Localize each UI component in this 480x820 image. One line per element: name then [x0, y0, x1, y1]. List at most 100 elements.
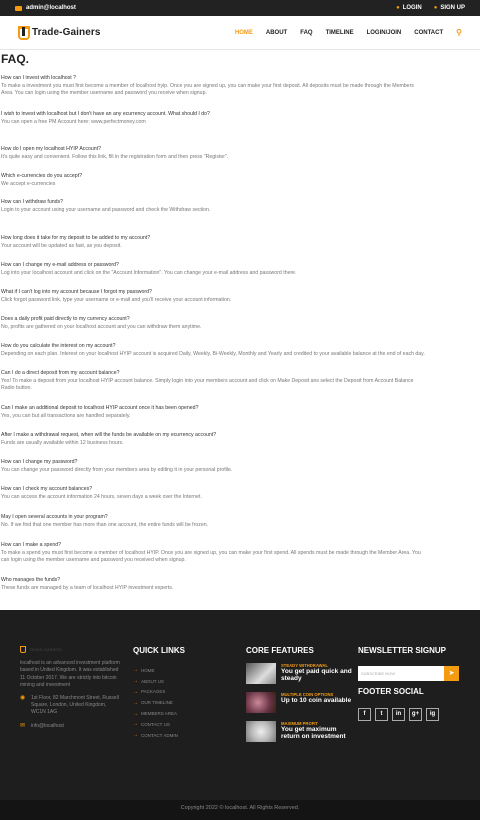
nav-timeline[interactable]: TIMELINE — [326, 30, 354, 36]
instagram-icon[interactable]: ig — [426, 708, 439, 721]
twitter-icon[interactable]: t — [375, 708, 388, 721]
faq-answer: Click forgot password link, type your us… — [1, 296, 232, 303]
faq-question: I wish to invest with localhost but I do… — [1, 111, 210, 117]
mail-icon: ✉ — [20, 722, 26, 729]
faq-question: How can I withdraw funds? — [1, 199, 63, 205]
signup-link[interactable]: ● SIGN UP — [434, 5, 465, 11]
arrow-right-icon: → — [133, 678, 138, 685]
quick-link[interactable]: → CONTACT US — [133, 719, 178, 730]
footer-about: TRADE-GAINERS localhost is an advanced i… — [20, 646, 120, 730]
feature-item[interactable]: STEADY WITHDRAWAL You get paid quick and … — [246, 663, 356, 684]
faq-answer: You can change your password directly fr… — [1, 466, 233, 473]
quick-link[interactable]: → ABOUT US — [133, 676, 178, 687]
paper-plane-icon[interactable]: ➤ — [444, 666, 459, 681]
main-navbar: Trade-Gainers HOME ABOUT FAQ TIMELINE LO… — [0, 16, 480, 50]
faq-item: Which e-currencies do you accept? We acce… — [1, 173, 479, 188]
nav-about[interactable]: ABOUT — [266, 30, 287, 36]
faq-answer: Login to your account using your usernam… — [1, 206, 211, 213]
faq-item: What if I can't log into my account beca… — [1, 289, 479, 304]
footer-email[interactable]: ✉ info@localhost — [20, 723, 120, 730]
quick-link[interactable]: → PACKAGES — [133, 687, 178, 698]
quick-link[interactable]: → OUR TIMELINE — [133, 697, 178, 708]
arrow-right-icon: → — [133, 732, 138, 739]
core-features-title: CORE FEATURES — [246, 646, 314, 655]
faq-answer: can login using the member username and … — [1, 557, 186, 564]
feature-item[interactable]: MULTIPLE COIN OPTIONS Up to 10 coin avail… — [246, 692, 356, 713]
faq-item: How can I change my password? You can cha… — [1, 459, 479, 474]
footer-brand: TRADE-GAINERS — [20, 646, 120, 654]
faq-question: How can I check my account balances? — [1, 486, 93, 492]
search-icon[interactable]: ⚲ — [456, 28, 462, 37]
quick-link-label: MEMBERS AREA — [141, 711, 178, 717]
quick-link[interactable]: → CONTACT ADMIN — [133, 730, 178, 741]
faq-answer: Radio button. — [1, 385, 32, 392]
envelope-icon — [15, 5, 22, 11]
faq-answer: Funds are usually available within 12 bu… — [1, 439, 124, 446]
faq-item: After I make a withdrawal request, when … — [1, 432, 479, 447]
nav-login-join[interactable]: LOGIN/JOIN — [367, 30, 402, 36]
feature-image — [246, 721, 276, 742]
faq-question: How can I change my e-mail address or pa… — [1, 262, 119, 268]
faq-answer: Yes! To make a deposit from your localho… — [1, 377, 414, 384]
faq-answer: It's quite easy and convenient. Follow t… — [1, 153, 229, 160]
faq-question: Who manages the funds? — [1, 577, 61, 583]
faq-item: How can I change my e-mail address or pa… — [1, 262, 479, 277]
feature-image — [246, 692, 276, 713]
linkedin-icon[interactable]: in — [392, 708, 405, 721]
footer-social-title: FOOTER SOCIAL — [358, 687, 424, 696]
faq-item: How can I check my account balances? You … — [1, 486, 479, 501]
faq-question: May I open several accounts in your prog… — [1, 514, 108, 520]
faq-answer: These funds are managed by a team of loc… — [1, 584, 174, 591]
arrow-right-icon: → — [133, 710, 138, 717]
faq-question: How long does it take for my deposit to … — [1, 235, 151, 241]
faq-answer: Depending on each plan. Interest on your… — [1, 350, 425, 357]
faq-item: Who manages the funds? These funds are ma… — [1, 577, 479, 592]
feature-item[interactable]: MAXIMUM PROFIT You get maximum return on … — [246, 721, 356, 742]
footer-address: ◉ 1st Floor, 82 Marchmont Street, Russel… — [20, 695, 120, 717]
footer-address-text: 1st Floor, 82 Marchmont Street, Russell … — [31, 695, 119, 716]
faq-answer: Your account will be updated as fast, as… — [1, 242, 122, 249]
arrow-right-icon: → — [133, 688, 138, 695]
feature-title: Up to 10 coin available — [281, 697, 352, 704]
signup-label: SIGN UP — [440, 5, 465, 11]
faq-item: How can I make a spend? To make a spend y… — [1, 542, 479, 565]
faq-item: How can I withdraw funds? Login to your a… — [1, 199, 479, 214]
quick-link[interactable]: → HOME — [133, 665, 178, 676]
facebook-icon[interactable]: f — [358, 708, 371, 721]
copyright-bar: Copyright 2022 © localhost. All Rights R… — [0, 800, 480, 820]
social-icons: f t in g+ ig — [358, 708, 439, 721]
faq-question: Which e-currencies do you accept? — [1, 173, 83, 179]
quick-link-label: PACKAGES — [141, 689, 166, 695]
nav-home[interactable]: HOME — [235, 30, 253, 36]
faq-answer: Yes, you can but all transactions are ha… — [1, 412, 131, 419]
user-plus-icon: ● — [433, 5, 438, 11]
faq-item: How do you calculate the interest on my … — [1, 343, 479, 358]
quick-link-label: OUR TIMELINE — [141, 700, 173, 706]
quick-links-title: QUICK LINKS — [133, 646, 185, 655]
top-email[interactable]: admin@localhost — [15, 5, 76, 11]
newsletter-form: SUBSCRIBE NOW ➤ — [358, 666, 459, 681]
arrow-right-icon: → — [133, 721, 138, 728]
nav-faq[interactable]: FAQ — [300, 30, 312, 36]
faq-answer: To make a spend you must first become a … — [1, 549, 421, 556]
faq-question: Can I do a direct deposit from my accoun… — [1, 370, 120, 376]
login-link[interactable]: ● LOGIN — [396, 5, 422, 11]
newsletter-input[interactable]: SUBSCRIBE NOW — [358, 666, 444, 681]
brand-logo[interactable]: Trade-Gainers — [18, 25, 101, 40]
faq-question: Does a daily profit paid directly to my … — [1, 316, 130, 322]
quick-link-label: ABOUT US — [141, 678, 164, 684]
faq-item: Does a daily profit paid directly to my … — [1, 316, 479, 331]
logo-mark-icon — [18, 25, 30, 40]
nav-contact[interactable]: CONTACT — [414, 30, 443, 36]
feature-image — [246, 663, 276, 684]
feature-title: You get maximum return on investment — [281, 726, 346, 740]
footer-brand-name: TRADE-GAINERS — [29, 647, 62, 652]
faq-answer: No, profits are gathered on your localho… — [1, 323, 202, 330]
quick-links: → HOME → ABOUT US → PACKAGES → OUR TIMELINE … — [133, 665, 178, 741]
quick-link[interactable]: → MEMBERS AREA — [133, 708, 178, 719]
footer-logo-icon — [20, 646, 26, 654]
quick-link-label: CONTACT ADMIN — [141, 732, 178, 738]
faq-question: After I make a withdrawal request, when … — [1, 432, 217, 438]
footer-email-text: info@localhost — [31, 722, 64, 729]
google-plus-icon[interactable]: g+ — [409, 708, 422, 721]
